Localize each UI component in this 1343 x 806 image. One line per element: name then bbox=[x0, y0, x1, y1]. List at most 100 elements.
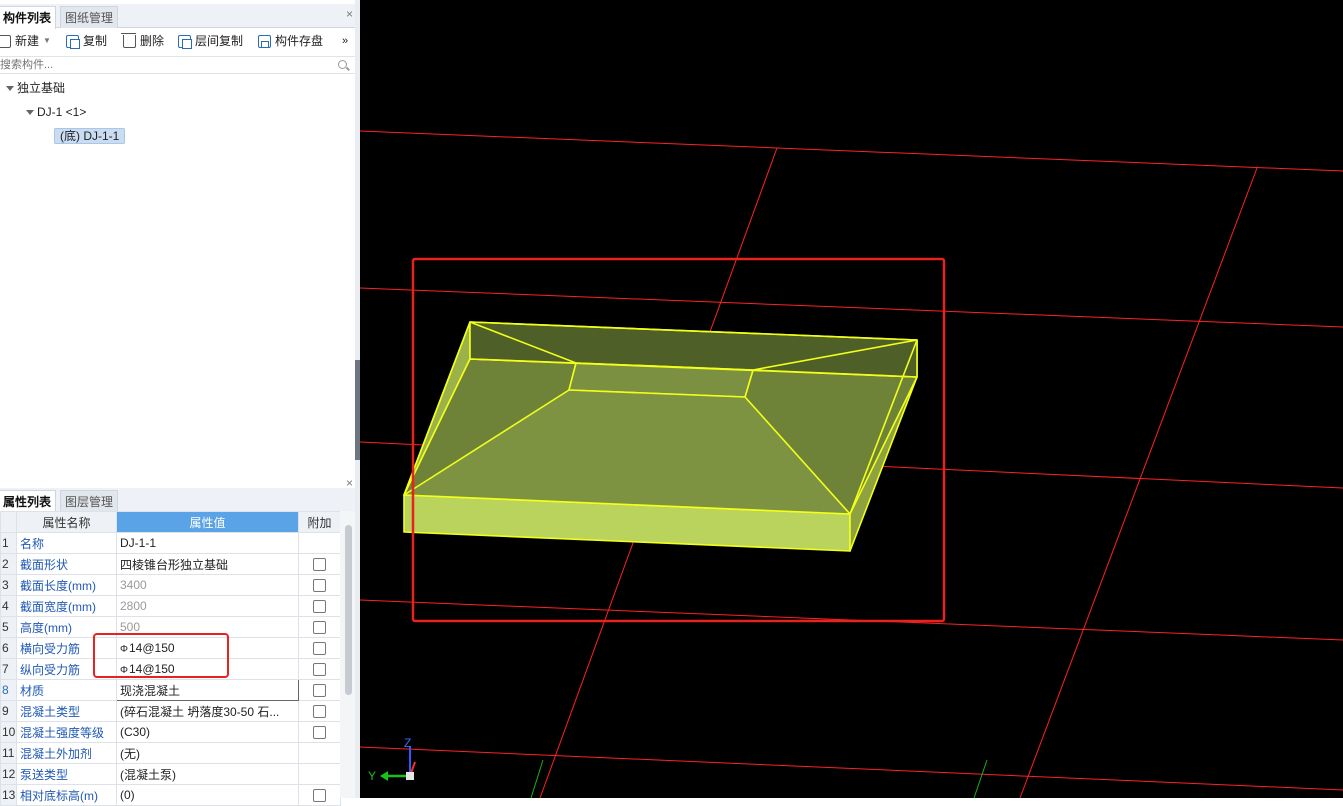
name-header: 属性名称 bbox=[16, 511, 117, 533]
property-value[interactable]: (0) bbox=[116, 784, 299, 806]
property-name: 材质 bbox=[16, 679, 117, 701]
row-index: 6 bbox=[0, 637, 17, 659]
axis-gizmo[interactable]: Z Y bbox=[368, 736, 416, 783]
row-index: 3 bbox=[0, 574, 17, 596]
new-button[interactable]: 新建 ▼ bbox=[0, 32, 51, 50]
attach-cell bbox=[298, 679, 341, 701]
property-value[interactable]: (混凝土泵) bbox=[116, 763, 299, 785]
table-row[interactable]: 5 高度(mm) 500 bbox=[0, 616, 341, 638]
table-row[interactable]: 1 名称 DJ-1-1 bbox=[0, 532, 341, 554]
attach-cell bbox=[298, 658, 341, 680]
attach-checkbox[interactable] bbox=[313, 663, 326, 677]
table-row[interactable]: 6 横向受力筋 Φ14@150 bbox=[0, 637, 341, 659]
property-value[interactable]: 四棱锥台形独立基础 bbox=[116, 553, 299, 575]
z-axis-label: Z bbox=[404, 736, 411, 750]
grid-line bbox=[360, 746, 1343, 791]
copy-button[interactable]: 复制 bbox=[66, 32, 107, 50]
grid-line bbox=[360, 130, 1343, 172]
property-value[interactable]: (C30) bbox=[116, 721, 299, 743]
attach-cell bbox=[298, 637, 341, 659]
y-axis-arrow-icon bbox=[380, 771, 388, 781]
property-value[interactable]: 现浇混凝土 bbox=[116, 679, 299, 701]
tree-node-dj-1-1[interactable]: (底) DJ-1-1 bbox=[54, 126, 126, 146]
tree-node-dj-1[interactable]: DJ-1 <1> bbox=[26, 102, 86, 122]
property-value[interactable]: (无) bbox=[116, 742, 299, 764]
property-value[interactable]: Φ14@150 bbox=[116, 658, 299, 680]
property-value[interactable]: 2800 bbox=[116, 595, 299, 617]
scrollbar-thumb[interactable] bbox=[345, 525, 352, 695]
property-name: 泵送类型 bbox=[16, 763, 117, 785]
close-icon[interactable]: × bbox=[346, 476, 353, 490]
save-component-button[interactable]: 构件存盘 bbox=[258, 32, 323, 50]
close-icon[interactable]: × bbox=[346, 7, 353, 21]
more-button[interactable]: » bbox=[342, 32, 348, 50]
table-row[interactable]: 8 材质 现浇混凝土 bbox=[0, 679, 341, 701]
row-index: 13 bbox=[0, 784, 17, 806]
expand-icon[interactable] bbox=[6, 86, 14, 92]
property-value[interactable]: (碎石混凝土 坍落度30-50 石... bbox=[116, 700, 299, 722]
property-name: 混凝土类型 bbox=[16, 700, 117, 722]
property-name: 截面形状 bbox=[16, 553, 117, 575]
viewport-canvas[interactable]: Z Y bbox=[360, 0, 1343, 798]
table-row[interactable]: 10 混凝土强度等级 (C30) bbox=[0, 721, 341, 743]
floor-copy-button[interactable]: 层间复制 bbox=[178, 32, 243, 50]
property-value[interactable]: 500 bbox=[116, 616, 299, 638]
row-index: 11 bbox=[0, 742, 17, 764]
table-row[interactable]: 4 截面宽度(mm) 2800 bbox=[0, 595, 341, 617]
row-index: 4 bbox=[0, 595, 17, 617]
delete-button[interactable]: 删除 bbox=[121, 32, 164, 50]
tab-layer-manage[interactable]: 图层管理 bbox=[60, 490, 119, 512]
chevron-down-icon[interactable]: ▼ bbox=[43, 32, 51, 50]
property-name: 横向受力筋 bbox=[16, 637, 117, 659]
table-row[interactable]: 3 截面长度(mm) 3400 bbox=[0, 574, 341, 596]
property-name: 截面长度(mm) bbox=[16, 574, 117, 596]
attach-checkbox[interactable] bbox=[313, 579, 326, 593]
property-name: 混凝土外加剂 bbox=[16, 742, 117, 764]
attach-checkbox[interactable] bbox=[313, 705, 326, 719]
attach-cell bbox=[298, 553, 341, 575]
axis-origin bbox=[406, 772, 414, 780]
3d-viewport[interactable]: Z Y bbox=[360, 0, 1343, 798]
rebar-grade-icon: Φ bbox=[120, 665, 128, 676]
table-row[interactable]: 2 截面形状 四棱锥台形独立基础 bbox=[0, 553, 341, 575]
tree-node-independent-foundation[interactable]: 独立基础 bbox=[6, 78, 65, 98]
table-row[interactable]: 9 混凝土类型 (碎石混凝土 坍落度30-50 石... bbox=[0, 700, 341, 722]
property-name: 名称 bbox=[16, 532, 117, 554]
attach-cell bbox=[298, 574, 341, 596]
property-tabbar: 属性列表 图层管理 × bbox=[0, 476, 357, 513]
floor-copy-icon bbox=[178, 34, 192, 49]
attach-checkbox[interactable] bbox=[313, 684, 326, 698]
property-name: 纵向受力筋 bbox=[16, 658, 117, 680]
tab-property-list[interactable]: 属性列表 bbox=[0, 490, 57, 513]
row-index: 1 bbox=[0, 532, 17, 554]
attach-cell bbox=[298, 700, 341, 722]
property-name: 高度(mm) bbox=[16, 616, 117, 638]
attach-cell bbox=[298, 784, 341, 806]
table-row[interactable]: 13 相对底标高(m) (0) bbox=[0, 784, 341, 806]
attach-checkbox[interactable] bbox=[313, 642, 326, 656]
trash-icon bbox=[121, 32, 136, 48]
property-value[interactable]: Φ14@150 bbox=[116, 637, 299, 659]
table-row[interactable]: 11 混凝土外加剂 (无) bbox=[0, 742, 341, 764]
foundation-solid[interactable] bbox=[403, 321, 918, 552]
search-icon[interactable] bbox=[338, 60, 347, 69]
table-row[interactable]: 7 纵向受力筋 Φ14@150 bbox=[0, 658, 341, 680]
tab-component-list[interactable]: 构件列表 bbox=[0, 6, 57, 29]
attach-checkbox[interactable] bbox=[313, 789, 326, 803]
tab-drawing-manage[interactable]: 图纸管理 bbox=[60, 6, 119, 28]
table-row[interactable]: 12 泵送类型 (混凝土泵) bbox=[0, 763, 341, 785]
row-index: 10 bbox=[0, 721, 17, 743]
row-index: 2 bbox=[0, 553, 17, 575]
attach-checkbox[interactable] bbox=[313, 621, 326, 635]
attach-checkbox[interactable] bbox=[313, 726, 326, 740]
row-index: 5 bbox=[0, 616, 17, 638]
attach-header: 附加 bbox=[298, 511, 341, 533]
property-value[interactable]: 3400 bbox=[116, 574, 299, 596]
attach-checkbox[interactable] bbox=[313, 558, 326, 572]
grid-line bbox=[1019, 167, 1258, 798]
expand-icon[interactable] bbox=[26, 110, 34, 116]
property-table-header: 属性名称 属性值 附加 bbox=[0, 511, 341, 533]
attach-checkbox[interactable] bbox=[313, 600, 326, 614]
property-value[interactable]: DJ-1-1 bbox=[116, 532, 299, 554]
search-input[interactable] bbox=[0, 57, 330, 73]
